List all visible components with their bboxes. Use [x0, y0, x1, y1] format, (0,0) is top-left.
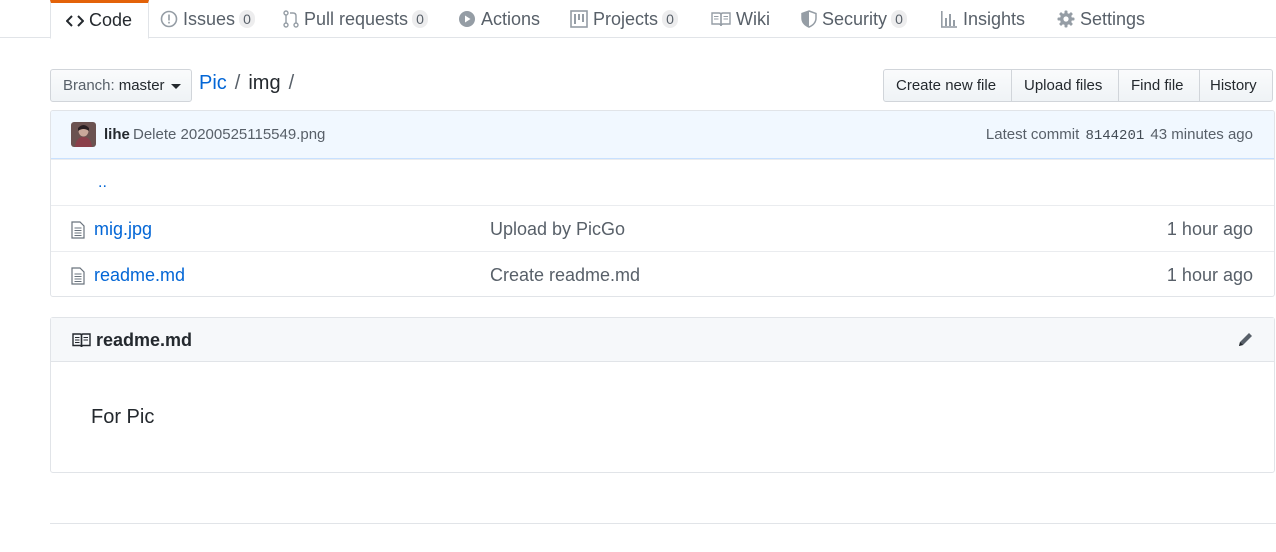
security-counter: 0 — [891, 10, 908, 28]
branch-name: master — [118, 77, 165, 94]
tab-insights[interactable]: Insights — [940, 0, 1025, 38]
commit-tease: lihe Delete 20200525115549.png Latest co… — [51, 111, 1274, 159]
breadcrumb-separator: / — [288, 72, 295, 94]
table-row: mig.jpg Upload by PicGo 1 hour ago — [51, 205, 1274, 251]
repo-tab-nav: Code Issues 0 Pull requests 0 Actions Pr… — [0, 0, 1276, 39]
graph-icon — [940, 10, 958, 28]
readme-content: For Pic — [91, 406, 155, 428]
projects-counter: 0 — [662, 10, 679, 28]
tab-label: Settings — [1080, 8, 1146, 29]
readme-header: readme.md — [51, 318, 1274, 362]
project-icon — [570, 10, 588, 28]
file-commit-message-link[interactable]: Upload by PicGo — [490, 219, 625, 240]
file-list: lihe Delete 20200525115549.png Latest co… — [50, 110, 1275, 297]
file-age: 1 hour ago — [1166, 265, 1253, 285]
tab-label: Security — [822, 8, 888, 29]
footer-divider — [50, 523, 1276, 524]
tab-actions[interactable]: Actions — [458, 0, 540, 38]
branch-select-button[interactable]: Branch: master — [50, 69, 192, 102]
tab-projects[interactable]: Projects 0 — [570, 0, 679, 38]
play-icon — [458, 10, 476, 28]
commit-author-link[interactable]: lihe — [104, 126, 130, 143]
tab-label: Pull requests — [304, 8, 409, 29]
gear-icon — [1057, 10, 1075, 28]
commit-sha-link[interactable]: 8144201 — [1085, 128, 1144, 144]
breadcrumb-separator: / — [234, 72, 241, 94]
find-file-button[interactable]: Find file — [1118, 69, 1200, 102]
file-icon — [71, 267, 85, 288]
caret-down-icon — [170, 84, 181, 89]
file-name-link[interactable]: mig.jpg — [94, 219, 152, 240]
file-name-link[interactable]: readme.md — [94, 265, 185, 286]
tab-label: Actions — [481, 8, 541, 29]
issues-counter: 0 — [239, 10, 256, 28]
tab-label: Issues — [183, 8, 236, 29]
commit-message-link[interactable]: Delete 20200525115549.png — [133, 126, 325, 143]
pencil-icon[interactable] — [1237, 331, 1254, 351]
create-new-file-button[interactable]: Create new file — [883, 69, 1012, 102]
file-age: 1 hour ago — [1166, 219, 1253, 239]
parent-directory-link[interactable]: .. — [98, 174, 107, 192]
tab-settings[interactable]: Settings — [1057, 0, 1145, 38]
book-icon — [711, 11, 731, 27]
tab-code[interactable]: Code — [50, 0, 150, 39]
tab-label: Wiki — [736, 8, 770, 29]
git-pull-request-icon — [283, 10, 299, 28]
history-button[interactable]: History — [1199, 69, 1273, 102]
tab-issues[interactable]: Issues 0 — [160, 0, 256, 38]
tab-security[interactable]: Security 0 — [801, 0, 908, 38]
breadcrumb-current-folder: img — [248, 72, 281, 94]
tab-label: Insights — [963, 8, 1026, 29]
issue-opened-icon — [160, 10, 178, 28]
branch-label: Branch: — [63, 77, 115, 94]
tab-label: Code — [89, 10, 133, 30]
tab-pull-requests[interactable]: Pull requests 0 — [283, 0, 429, 38]
pull-requests-counter: 0 — [412, 10, 429, 28]
code-icon — [66, 14, 84, 28]
readme-title: readme.md — [96, 330, 193, 350]
upload-files-button[interactable]: Upload files — [1011, 69, 1119, 102]
breadcrumb-repo-link[interactable]: Pic — [199, 72, 227, 95]
breadcrumb: Pic / img / — [199, 72, 302, 95]
shield-icon — [801, 10, 817, 28]
parent-directory-row: .. — [51, 159, 1274, 205]
commit-age: 43 minutes ago — [1150, 126, 1253, 143]
file-actions-group: Create new file Upload files Find file H… — [883, 69, 1273, 102]
tab-label: Projects — [593, 8, 659, 29]
table-row: readme.md Create readme.md 1 hour ago — [51, 251, 1274, 296]
book-icon — [72, 333, 91, 351]
file-icon — [71, 221, 85, 242]
latest-commit-info: Latest commit 8144201 43 minutes ago — [986, 126, 1253, 144]
tab-wiki[interactable]: Wiki — [711, 0, 770, 38]
file-commit-message-link[interactable]: Create readme.md — [490, 265, 640, 286]
readme-box: readme.md For Pic — [50, 317, 1275, 473]
avatar[interactable] — [71, 122, 96, 147]
latest-commit-label: Latest commit — [985, 126, 1080, 143]
